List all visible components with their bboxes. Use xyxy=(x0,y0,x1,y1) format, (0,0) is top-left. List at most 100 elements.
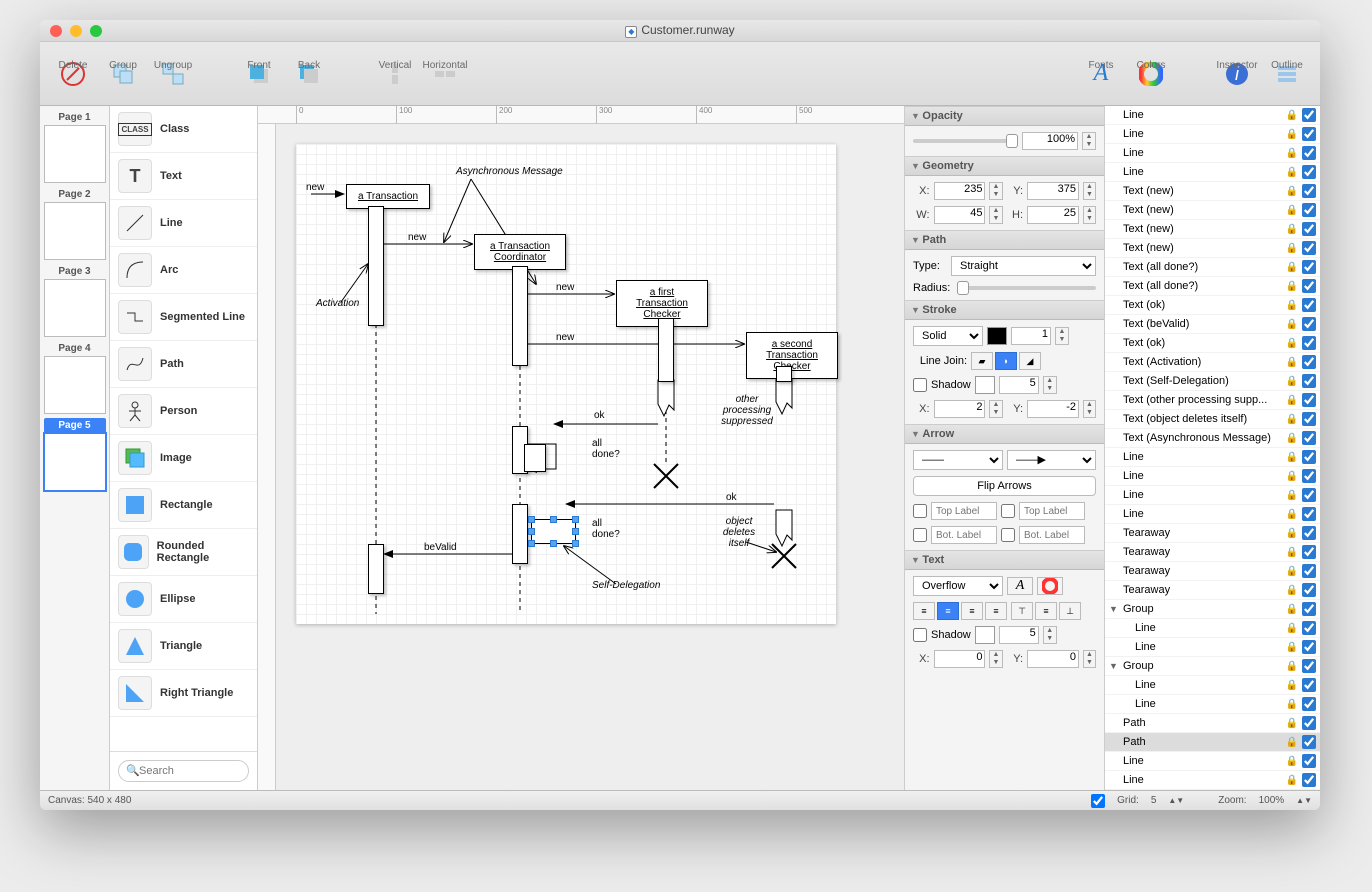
lock-icon[interactable]: 🔒 xyxy=(1286,395,1298,406)
lock-icon[interactable]: 🔒 xyxy=(1286,129,1298,140)
outline-row[interactable]: Line🔒 xyxy=(1105,448,1320,467)
visibility-checkbox[interactable] xyxy=(1302,602,1316,616)
lock-icon[interactable]: 🔒 xyxy=(1286,471,1298,482)
lock-icon[interactable]: 🔒 xyxy=(1286,148,1298,159)
outline-row[interactable]: Text (Activation)🔒 xyxy=(1105,353,1320,372)
outline-row[interactable]: Line🔒 xyxy=(1105,125,1320,144)
outline-row[interactable]: Text (object deletes itself)🔒 xyxy=(1105,410,1320,429)
section-opacity[interactable]: Opacity xyxy=(905,106,1104,126)
outline-row[interactable]: Text (all done?)🔒 xyxy=(1105,258,1320,277)
geom-x[interactable]: 235 xyxy=(934,182,986,200)
path-type-select[interactable]: Straight xyxy=(951,256,1096,276)
grid-stepper-icon[interactable]: ▲▼ xyxy=(1168,796,1184,805)
outline-row[interactable]: Line🔒 xyxy=(1105,771,1320,790)
shadow-x[interactable]: 2 xyxy=(934,400,986,418)
outline-row[interactable]: Text (Asynchronous Message)🔒 xyxy=(1105,429,1320,448)
linejoin-miter[interactable]: ▰ xyxy=(971,352,993,370)
lock-icon[interactable]: 🔒 xyxy=(1286,262,1298,273)
visibility-checkbox[interactable] xyxy=(1302,488,1316,502)
lock-icon[interactable]: 🔒 xyxy=(1286,528,1298,539)
geom-y[interactable]: 375 xyxy=(1027,182,1079,200)
canvas[interactable]: a Transaction a Transaction Coordinator … xyxy=(276,124,904,790)
outline-row[interactable]: Text (ok)🔒 xyxy=(1105,334,1320,353)
box-coordinator[interactable]: a Transaction Coordinator xyxy=(474,234,566,270)
page-thumb-1[interactable]: Page 1 xyxy=(44,110,106,183)
outline-row[interactable]: Line🔒 xyxy=(1105,505,1320,524)
page-thumb-5[interactable]: Page 5 xyxy=(44,418,106,491)
shape-triangle[interactable]: Triangle xyxy=(110,623,257,670)
lock-icon[interactable]: 🔒 xyxy=(1286,547,1298,558)
lock-icon[interactable]: 🔒 xyxy=(1286,642,1298,653)
shape-segmented-line[interactable]: Segmented Line xyxy=(110,294,257,341)
page-surface[interactable]: a Transaction a Transaction Coordinator … xyxy=(296,144,836,624)
outline-row[interactable]: Line🔒 xyxy=(1105,144,1320,163)
shape-image[interactable]: Image xyxy=(110,435,257,482)
visibility-checkbox[interactable] xyxy=(1302,659,1316,673)
visibility-checkbox[interactable] xyxy=(1302,678,1316,692)
outline-row[interactable]: Line🔒 xyxy=(1105,619,1320,638)
lock-icon[interactable]: 🔒 xyxy=(1286,490,1298,501)
bot-label-end-cb[interactable] xyxy=(1001,528,1015,542)
outline-row[interactable]: Path🔒 xyxy=(1105,733,1320,752)
text-y[interactable]: 0 xyxy=(1027,650,1079,668)
visibility-checkbox[interactable] xyxy=(1302,336,1316,350)
visibility-checkbox[interactable] xyxy=(1302,716,1316,730)
stroke-color[interactable] xyxy=(987,327,1007,345)
lock-icon[interactable]: 🔒 xyxy=(1286,775,1298,786)
text-font-button[interactable]: A xyxy=(1007,577,1033,595)
grid-checkbox[interactable] xyxy=(1091,794,1105,808)
outline-row[interactable]: Tearaway🔒 xyxy=(1105,562,1320,581)
halign-left[interactable]: ≡ xyxy=(913,602,935,620)
lock-icon[interactable]: 🔒 xyxy=(1286,376,1298,387)
top-label-end[interactable] xyxy=(1019,502,1085,520)
outline-row[interactable]: Text (ok)🔒 xyxy=(1105,296,1320,315)
shape-rounded-rectangle[interactable]: Rounded Rectangle xyxy=(110,529,257,576)
shape-path[interactable]: Path xyxy=(110,341,257,388)
lock-icon[interactable]: 🔒 xyxy=(1286,737,1298,748)
bot-label-end[interactable] xyxy=(1019,526,1085,544)
visibility-checkbox[interactable] xyxy=(1302,450,1316,464)
section-geometry[interactable]: Geometry xyxy=(905,156,1104,176)
shadow-y[interactable]: -2 xyxy=(1027,400,1079,418)
outline-row[interactable]: Text (other processing supp...🔒 xyxy=(1105,391,1320,410)
lock-icon[interactable]: 🔒 xyxy=(1286,718,1298,729)
visibility-checkbox[interactable] xyxy=(1302,545,1316,559)
outline-row[interactable]: Path🔒 xyxy=(1105,714,1320,733)
lock-icon[interactable]: 🔒 xyxy=(1286,680,1298,691)
geom-h[interactable]: 25 xyxy=(1027,206,1079,224)
selected-shape[interactable] xyxy=(531,519,576,544)
outline-row[interactable]: Line🔒 xyxy=(1105,638,1320,657)
lock-icon[interactable]: 🔒 xyxy=(1286,357,1298,368)
outline-row[interactable]: Line🔒 xyxy=(1105,467,1320,486)
visibility-checkbox[interactable] xyxy=(1302,127,1316,141)
lock-icon[interactable]: 🔒 xyxy=(1286,300,1298,311)
outline-row[interactable]: Tearaway🔒 xyxy=(1105,581,1320,600)
text-overflow-select[interactable]: Overflow xyxy=(913,576,1003,596)
back-button[interactable]: Back xyxy=(286,60,332,88)
lock-icon[interactable]: 🔒 xyxy=(1286,186,1298,197)
lock-icon[interactable]: 🔒 xyxy=(1286,623,1298,634)
box-second-checker[interactable]: a second Transaction Checker xyxy=(746,332,838,379)
section-arrow[interactable]: Arrow xyxy=(905,424,1104,444)
lock-icon[interactable]: 🔒 xyxy=(1286,585,1298,596)
outline-row[interactable]: Tearaway🔒 xyxy=(1105,543,1320,562)
outline-row[interactable]: Text (new)🔒 xyxy=(1105,220,1320,239)
bot-label-start[interactable] xyxy=(931,526,997,544)
valign-bot[interactable]: ⊥ xyxy=(1059,602,1081,620)
lock-icon[interactable]: 🔒 xyxy=(1286,110,1298,121)
box-transaction[interactable]: a Transaction xyxy=(346,184,430,209)
valign-mid[interactable]: ≡ xyxy=(1035,602,1057,620)
outline-row[interactable]: Line🔒 xyxy=(1105,486,1320,505)
visibility-checkbox[interactable] xyxy=(1302,241,1316,255)
arrow-end-select[interactable]: ——▶ xyxy=(1007,450,1097,470)
minimize-icon[interactable] xyxy=(70,25,82,37)
shape-line[interactable]: Line xyxy=(110,200,257,247)
visibility-checkbox[interactable] xyxy=(1302,507,1316,521)
visibility-checkbox[interactable] xyxy=(1302,754,1316,768)
lock-icon[interactable]: 🔒 xyxy=(1286,509,1298,520)
outline-row[interactable]: Line🔒 xyxy=(1105,752,1320,771)
outline-row[interactable]: Tearaway🔒 xyxy=(1105,524,1320,543)
visibility-checkbox[interactable] xyxy=(1302,773,1316,787)
text-x[interactable]: 0 xyxy=(934,650,986,668)
halign-just[interactable]: ≡ xyxy=(985,602,1007,620)
